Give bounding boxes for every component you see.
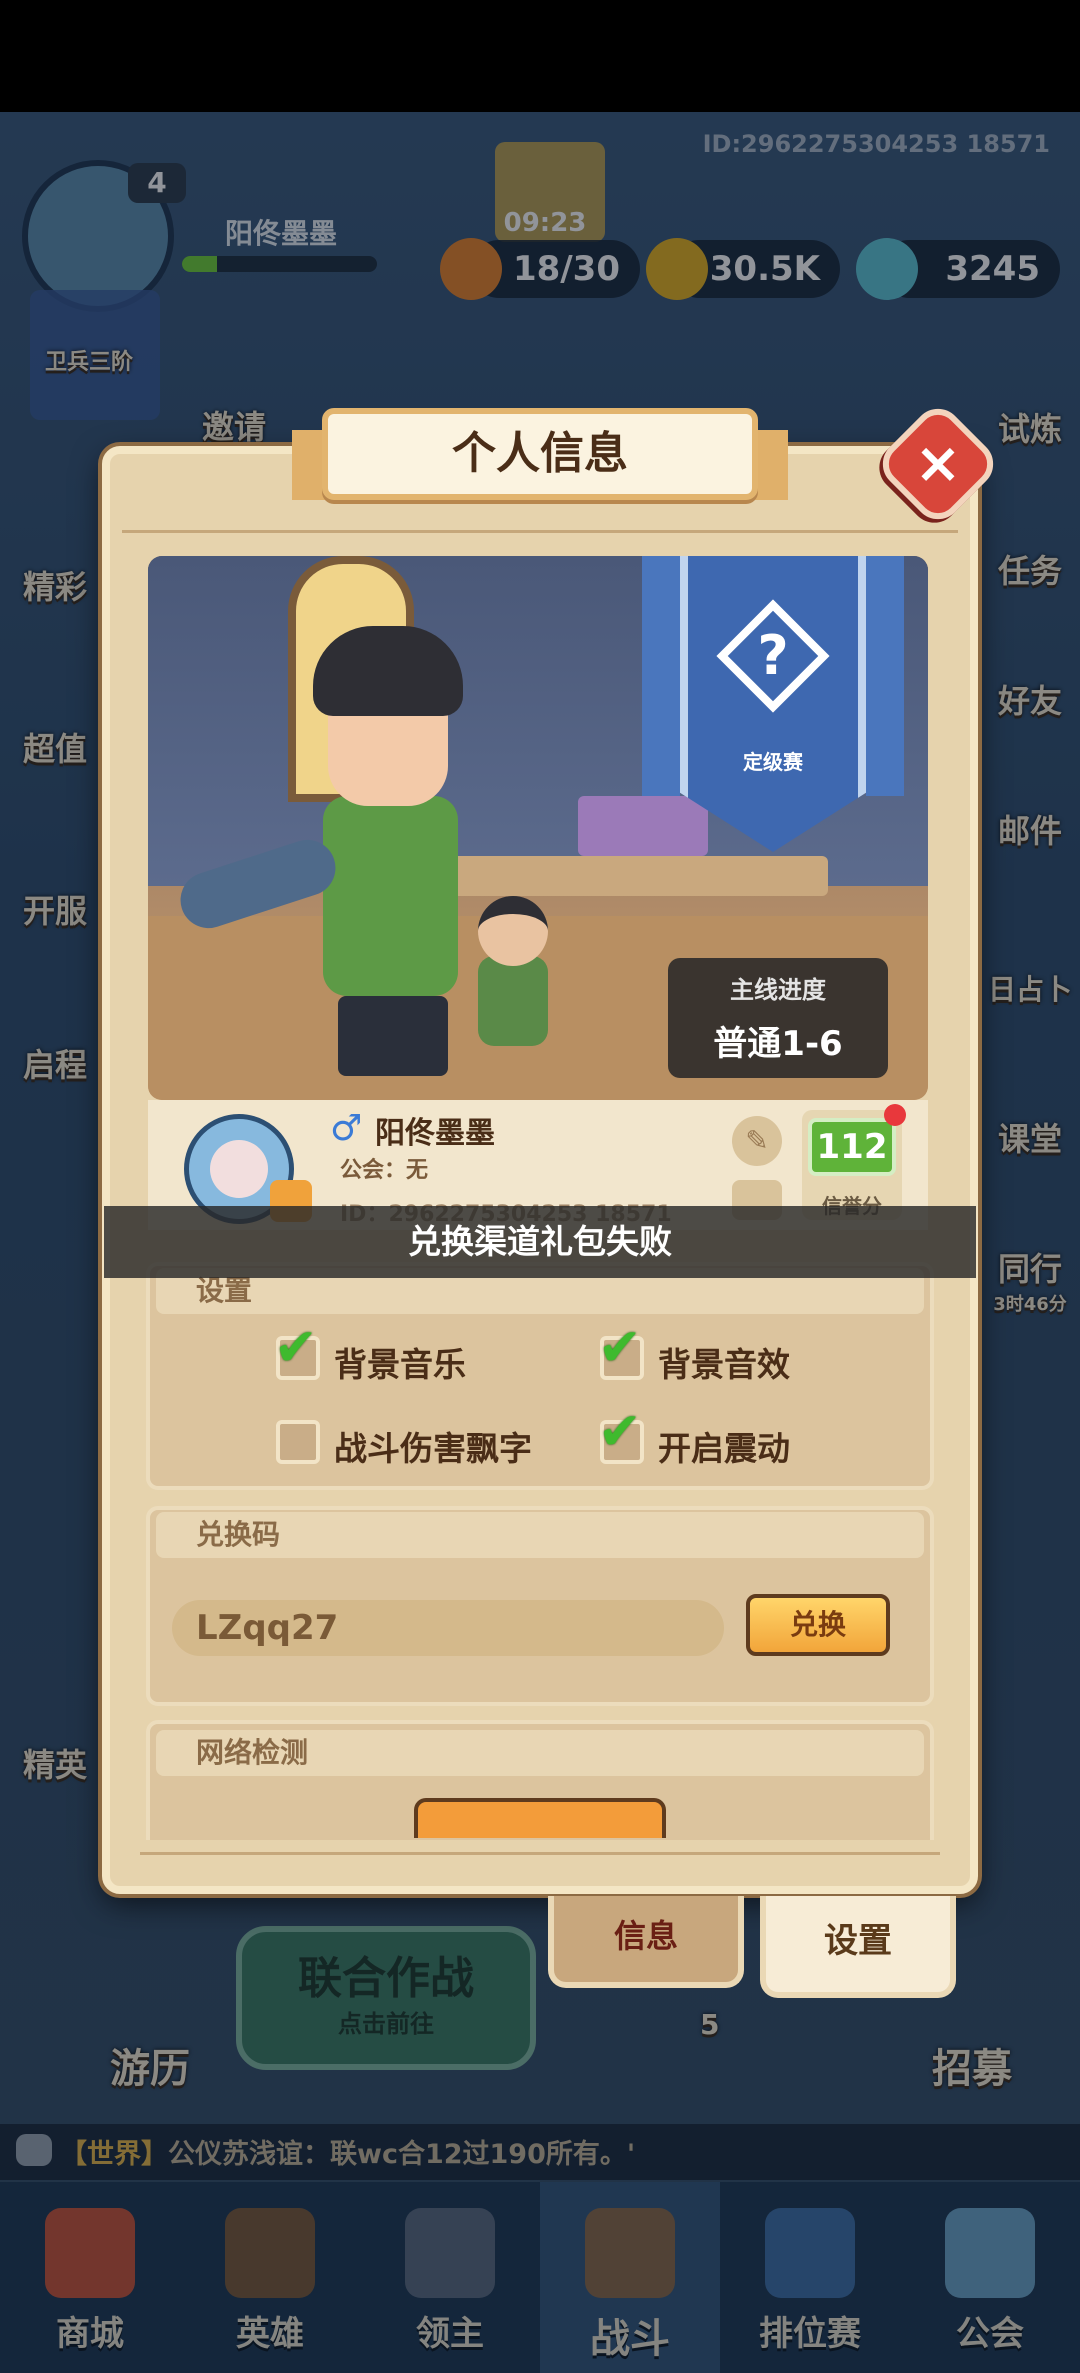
companion-body xyxy=(478,956,548,1046)
redeem-button[interactable]: 兑换 xyxy=(746,1594,890,1656)
profile-avatar-face xyxy=(210,1140,268,1198)
main-progress-value: 普通1-6 xyxy=(713,1024,843,1064)
dialog-top-divider xyxy=(122,500,958,533)
character-showcase: ? 定级赛 主线进度 普通1-6 xyxy=(148,556,928,1100)
network-test-button[interactable] xyxy=(414,1798,666,1838)
damage-text-checkbox[interactable] xyxy=(276,1420,320,1464)
credit-score-value: 112 xyxy=(808,1118,896,1176)
hero-hair xyxy=(313,626,463,716)
male-icon: ♂ xyxy=(330,1108,363,1149)
notification-dot xyxy=(884,1104,906,1126)
tab-settings[interactable]: 设置 xyxy=(760,1896,956,1998)
network-header: 网络检测 xyxy=(156,1730,924,1776)
hero-body xyxy=(323,796,458,996)
redeem-header: 兑换码 xyxy=(156,1512,924,1558)
bgm-label[interactable]: 背景音乐 xyxy=(334,1338,466,1386)
sfx-check-icon: ✔ xyxy=(598,1318,642,1378)
dialog-title: 个人信息 xyxy=(322,408,758,500)
rank-banner-label: 定级赛 xyxy=(743,750,803,774)
redeem-code-input[interactable]: LZqq27 xyxy=(172,1600,724,1656)
tab-info[interactable]: 信息 xyxy=(548,1896,744,1988)
dialog-bottom-divider xyxy=(140,1852,940,1855)
bgm-check-icon: ✔ xyxy=(274,1318,318,1378)
scene-books xyxy=(578,796,708,856)
edit-name-icon[interactable]: ✎ xyxy=(732,1116,782,1166)
rank-question-mark: ? xyxy=(757,624,789,687)
scene-table xyxy=(448,856,828,896)
status-bar xyxy=(0,0,1080,112)
companion-head xyxy=(478,896,548,966)
vibration-check-icon: ✔ xyxy=(598,1402,642,1462)
damage-text-label[interactable]: 战斗伤害飘字 xyxy=(334,1422,532,1470)
rank-banner-side-right xyxy=(866,556,904,796)
hero-legs xyxy=(338,996,448,1076)
rank-banner-side-left xyxy=(642,556,680,796)
error-toast: 兑换渠道礼包失败 xyxy=(104,1206,976,1278)
main-progress-title: 主线进度 xyxy=(730,976,826,1004)
vibration-label[interactable]: 开启震动 xyxy=(658,1422,790,1470)
close-icon[interactable]: × xyxy=(892,418,984,510)
profile-name: 阳佟墨墨 xyxy=(375,1116,495,1151)
profile-guild: 公会：无 xyxy=(340,1158,429,1183)
sfx-label[interactable]: 背景音效 xyxy=(658,1338,790,1386)
